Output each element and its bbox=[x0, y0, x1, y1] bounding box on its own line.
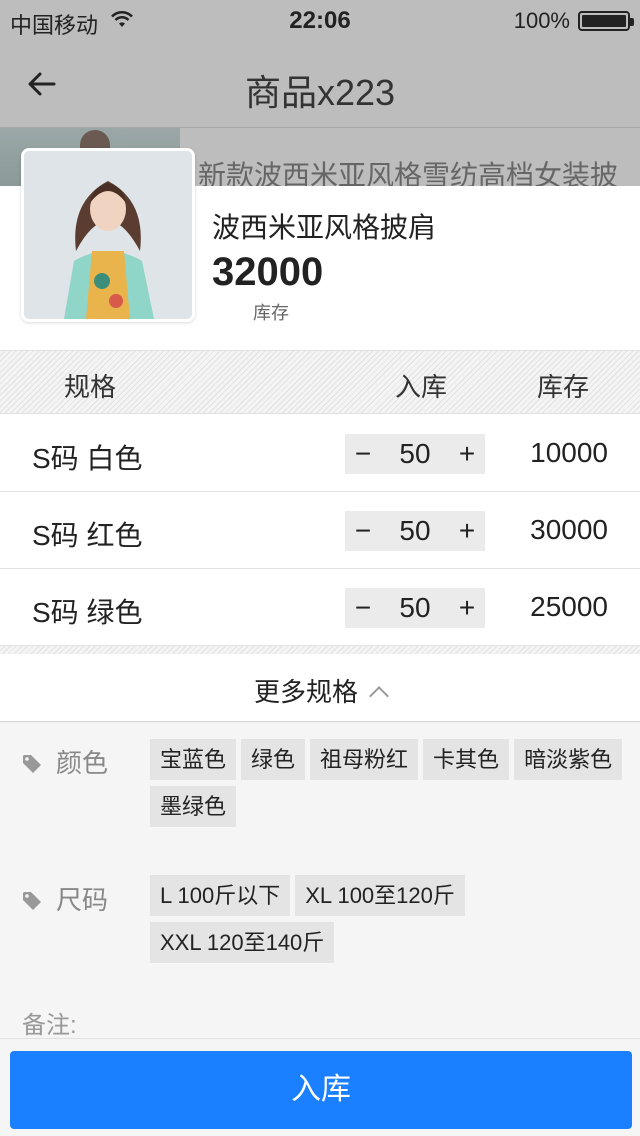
table-row: S码 绿色 − 50 + 25000 bbox=[0, 569, 640, 646]
quantity-stepper: − 50 + bbox=[345, 434, 485, 474]
row-stock: 30000 bbox=[530, 514, 608, 545]
stock-in-sheet: 波西米亚风格披肩 32000 库存 规格 入库 库存 S码 白色 − 50 + … bbox=[0, 148, 640, 1136]
battery-percent: 100% bbox=[513, 8, 570, 33]
color-option-label: 颜色 bbox=[22, 743, 108, 780]
color-chip[interactable]: 墨绿色 bbox=[150, 786, 237, 827]
product-photo bbox=[24, 151, 192, 319]
remark-label[interactable]: 备注: bbox=[22, 1005, 77, 1040]
row-stock: 10000 bbox=[530, 437, 608, 468]
battery-icon bbox=[578, 11, 634, 31]
tag-icon bbox=[23, 892, 41, 910]
status-bar: 中国移动 22:06 100% bbox=[0, 0, 640, 40]
divider bbox=[0, 646, 640, 654]
options-area: 颜色 宝蓝色 绿色 祖母粉红 卡其色 暗淡紫色 墨绿色 尺码 L 100斤以下 … bbox=[0, 723, 640, 1040]
tag-icon bbox=[23, 755, 41, 773]
color-label: 颜色 bbox=[56, 748, 109, 778]
table-row: S码 红色 − 50 + 30000 bbox=[0, 492, 640, 569]
quantity-stepper: − 50 + bbox=[345, 511, 485, 551]
color-chip[interactable]: 卡其色 bbox=[423, 739, 510, 780]
color-chip[interactable]: 宝蓝色 bbox=[150, 739, 237, 780]
more-specs-label: 更多规格 bbox=[253, 677, 358, 707]
background-product-title: 新款波西米亚风格雪纺高档女装披 bbox=[198, 160, 619, 186]
size-chips: L 100斤以下 XL 100至120斤 XXL 120至140斤 bbox=[150, 875, 630, 963]
nav-bar: 商品x223 bbox=[0, 40, 640, 128]
color-chips: 宝蓝色 绿色 祖母粉红 卡其色 暗淡紫色 墨绿色 bbox=[150, 739, 630, 827]
row-spec: S码 红色 bbox=[32, 520, 143, 551]
product-name: 波西米亚风格披肩 bbox=[212, 212, 437, 243]
size-chip[interactable]: XL 100至120斤 bbox=[295, 875, 465, 916]
row-spec: S码 绿色 bbox=[32, 597, 143, 628]
decrement-button[interactable]: − bbox=[345, 434, 381, 474]
table-row: S码 白色 − 50 + 10000 bbox=[0, 415, 640, 492]
size-option-label: 尺码 bbox=[22, 880, 108, 917]
bottom-bar: 入库 bbox=[0, 1038, 640, 1136]
increment-button[interactable]: + bbox=[449, 434, 485, 474]
decrement-button[interactable]: − bbox=[345, 588, 381, 628]
size-chip[interactable]: XXL 120至140斤 bbox=[150, 922, 335, 963]
chevron-up-icon bbox=[369, 686, 389, 706]
increment-button[interactable]: + bbox=[449, 588, 485, 628]
header-in: 入库 bbox=[395, 372, 448, 402]
decrement-button[interactable]: − bbox=[345, 511, 381, 551]
header-stock: 库存 bbox=[537, 372, 590, 402]
quantity-value[interactable]: 50 bbox=[381, 511, 449, 551]
spec-table-header: 规格 入库 库存 bbox=[0, 350, 640, 414]
product-image bbox=[21, 148, 195, 322]
quantity-value[interactable]: 50 bbox=[381, 588, 449, 628]
quantity-stepper: − 50 + bbox=[345, 588, 485, 628]
row-spec: S码 白色 bbox=[32, 443, 143, 474]
color-chip[interactable]: 祖母粉红 bbox=[310, 739, 419, 780]
quantity-value[interactable]: 50 bbox=[381, 434, 449, 474]
more-specs-row: 更多规格 bbox=[0, 672, 640, 709]
stock-in-button[interactable]: 入库 bbox=[10, 1051, 632, 1129]
page-title: 商品x223 bbox=[244, 72, 396, 113]
increment-button[interactable]: + bbox=[449, 511, 485, 551]
color-chip[interactable]: 绿色 bbox=[241, 739, 306, 780]
color-chip[interactable]: 暗淡紫色 bbox=[514, 739, 623, 780]
product-total-stock: 32000 bbox=[212, 250, 324, 294]
size-label: 尺码 bbox=[56, 885, 109, 915]
more-specs-button[interactable]: 更多规格 bbox=[0, 654, 640, 722]
size-chip[interactable]: L 100斤以下 bbox=[150, 875, 291, 916]
header-spec: 规格 bbox=[64, 372, 117, 402]
row-stock: 25000 bbox=[530, 591, 608, 622]
product-stock-label: 库存 bbox=[253, 303, 289, 323]
